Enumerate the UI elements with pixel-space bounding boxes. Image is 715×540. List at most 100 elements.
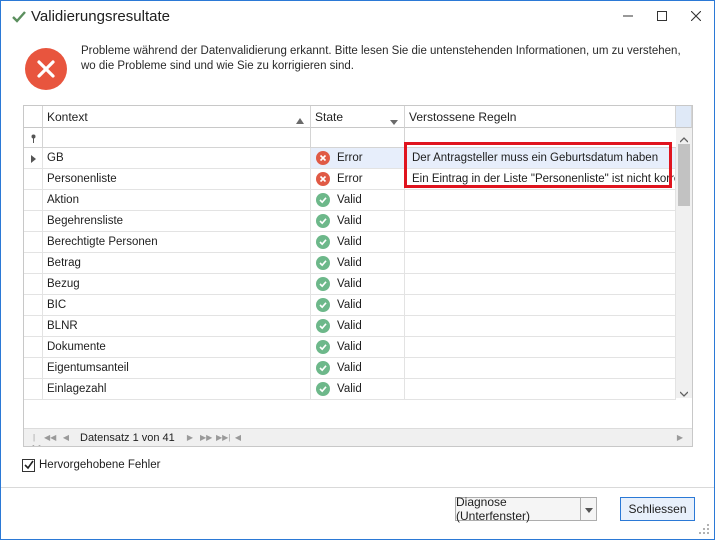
rule-cell[interactable] bbox=[405, 211, 676, 232]
column-label: State bbox=[315, 110, 344, 124]
rule-cell[interactable] bbox=[405, 379, 676, 400]
scrollbar-thumb[interactable] bbox=[678, 144, 690, 206]
title-bar[interactable]: Validierungsresultate bbox=[1, 1, 714, 33]
scroll-right-icon[interactable]: ▶ bbox=[674, 433, 686, 443]
row-indicator[interactable] bbox=[24, 358, 43, 379]
state-cell[interactable]: Valid bbox=[311, 190, 405, 211]
row-indicator[interactable] bbox=[24, 232, 43, 253]
minimize-button[interactable] bbox=[611, 1, 645, 31]
state-cell[interactable]: Valid bbox=[311, 358, 405, 379]
valid-check-icon bbox=[316, 235, 330, 249]
state-cell[interactable]: Valid bbox=[311, 232, 405, 253]
column-label: Verstossene Regeln bbox=[409, 110, 517, 124]
window-title: Validierungsresultate bbox=[31, 8, 170, 25]
state-label: Valid bbox=[337, 299, 362, 311]
filter-dropdown-icon[interactable] bbox=[390, 114, 398, 128]
valid-check-icon bbox=[316, 193, 330, 207]
diagnose-dropdown-button[interactable] bbox=[580, 497, 597, 521]
rule-cell[interactable] bbox=[405, 190, 676, 211]
context-cell[interactable]: Dokumente bbox=[43, 337, 311, 358]
context-cell[interactable]: Personenliste bbox=[43, 169, 311, 190]
context-cell[interactable]: BIC bbox=[43, 295, 311, 316]
state-cell[interactable]: Valid bbox=[311, 379, 405, 400]
state-cell[interactable]: Valid bbox=[311, 295, 405, 316]
state-cell[interactable]: Valid bbox=[311, 337, 405, 358]
state-label: Valid bbox=[337, 320, 362, 332]
first-record-icon[interactable]: |◀◀ bbox=[28, 433, 40, 446]
results-grid[interactable]: Kontext State Verstossene Regeln GB Error… bbox=[23, 105, 693, 447]
previous-page-icon[interactable]: ◀◀ bbox=[44, 433, 56, 443]
rule-cell[interactable] bbox=[405, 274, 676, 295]
rule-cell[interactable]: Der Antragsteller muss ein Geburtsdatum … bbox=[405, 148, 676, 169]
last-record-icon[interactable]: ▶▶| bbox=[216, 433, 230, 443]
state-cell[interactable]: Valid bbox=[311, 211, 405, 232]
context-cell[interactable]: Einlagezahl bbox=[43, 379, 311, 400]
row-indicator[interactable] bbox=[24, 274, 43, 295]
state-label: Valid bbox=[337, 278, 362, 290]
state-label: Valid bbox=[337, 383, 362, 395]
row-indicator[interactable] bbox=[24, 148, 43, 169]
context-cell[interactable]: Eigentumsanteil bbox=[43, 358, 311, 379]
diagnose-button[interactable]: Diagnose (Unterfenster) bbox=[455, 495, 581, 523]
state-label: Valid bbox=[337, 236, 362, 248]
rule-cell[interactable]: Ein Eintrag in der Liste "Personenliste"… bbox=[405, 169, 676, 190]
valid-check-icon bbox=[316, 382, 330, 396]
rule-cell[interactable] bbox=[405, 295, 676, 316]
error-icon bbox=[25, 48, 67, 90]
state-cell[interactable]: Error bbox=[311, 148, 405, 169]
row-indicator[interactable] bbox=[24, 379, 43, 400]
row-indicator[interactable] bbox=[24, 316, 43, 337]
row-indicator[interactable] bbox=[24, 295, 43, 316]
context-cell[interactable]: GB bbox=[43, 148, 311, 169]
highlight-errors-option[interactable]: Hervorgehobene Fehler bbox=[22, 457, 160, 473]
previous-record-icon[interactable]: ◀ bbox=[60, 433, 72, 443]
row-indicator[interactable] bbox=[24, 253, 43, 274]
scroll-left-icon[interactable]: ◀ bbox=[232, 433, 244, 443]
sort-ascending-icon bbox=[296, 113, 304, 127]
state-cell[interactable]: Error bbox=[311, 169, 405, 190]
row-indicator[interactable] bbox=[24, 169, 43, 190]
rule-cell[interactable] bbox=[405, 358, 676, 379]
pin-icon bbox=[30, 132, 37, 146]
state-cell[interactable]: Valid bbox=[311, 253, 405, 274]
filter-cell-rules[interactable] bbox=[405, 128, 676, 148]
rule-cell[interactable] bbox=[405, 337, 676, 358]
filter-cell-state[interactable] bbox=[311, 128, 405, 148]
rule-cell[interactable] bbox=[405, 253, 676, 274]
context-cell[interactable]: Betrag bbox=[43, 253, 311, 274]
scroll-down-icon[interactable] bbox=[679, 386, 689, 400]
record-counter: Datensatz 1 von 41 bbox=[80, 432, 175, 444]
highlight-errors-label: Hervorgehobene Fehler bbox=[39, 459, 161, 471]
row-indicator[interactable] bbox=[24, 211, 43, 232]
filter-cell-kontext[interactable] bbox=[43, 128, 311, 148]
context-cell[interactable]: Aktion bbox=[43, 190, 311, 211]
valid-check-icon bbox=[316, 361, 330, 375]
context-cell[interactable]: BLNR bbox=[43, 316, 311, 337]
state-cell[interactable]: Valid bbox=[311, 316, 405, 337]
checkmark-icon bbox=[11, 9, 27, 25]
rule-cell[interactable] bbox=[405, 232, 676, 253]
next-record-icon[interactable]: ▶ bbox=[184, 433, 196, 443]
next-page-icon[interactable]: ▶▶ bbox=[200, 433, 212, 443]
state-label: Error bbox=[337, 173, 363, 185]
resize-grip-icon[interactable] bbox=[698, 523, 710, 535]
column-header-rules[interactable]: Verstossene Regeln bbox=[405, 106, 676, 128]
valid-check-icon bbox=[316, 298, 330, 312]
maximize-button[interactable] bbox=[645, 1, 679, 31]
error-icon bbox=[316, 172, 330, 186]
row-indicator[interactable] bbox=[24, 337, 43, 358]
column-header-state[interactable]: State bbox=[311, 106, 405, 128]
rule-cell[interactable] bbox=[405, 316, 676, 337]
valid-check-icon bbox=[316, 319, 330, 333]
context-cell[interactable]: Begehrensliste bbox=[43, 211, 311, 232]
context-cell[interactable]: Bezug bbox=[43, 274, 311, 295]
highlight-errors-checkbox[interactable] bbox=[22, 458, 35, 472]
filter-row-indicator bbox=[24, 128, 43, 148]
context-cell[interactable]: Berechtigte Personen bbox=[43, 232, 311, 253]
row-indicator[interactable] bbox=[24, 190, 43, 211]
column-header-kontext[interactable]: Kontext bbox=[43, 106, 311, 128]
state-cell[interactable]: Valid bbox=[311, 274, 405, 295]
vertical-scrollbar[interactable] bbox=[676, 128, 692, 398]
close-window-button[interactable] bbox=[679, 1, 713, 31]
close-button[interactable]: Schliessen bbox=[620, 497, 695, 521]
